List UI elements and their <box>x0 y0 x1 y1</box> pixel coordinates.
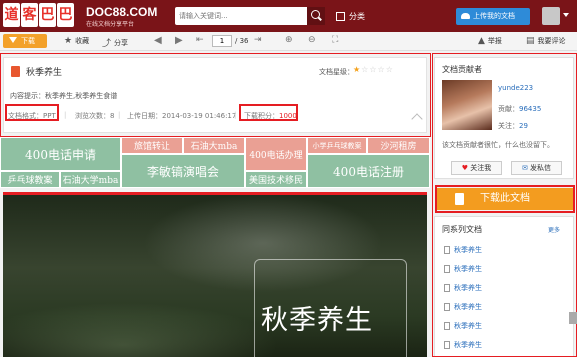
download-icon <box>9 37 17 43</box>
ad-tile[interactable]: 小学乒乓球教案 <box>307 137 367 154</box>
collect-label: 收藏 <box>75 37 90 45</box>
upload-label: 上传我的文档 <box>473 12 515 20</box>
comment-icon: ▤ <box>526 36 535 46</box>
warning-icon: ▲ <box>478 36 485 46</box>
highlight-info <box>0 53 431 137</box>
ad-tile[interactable]: 旅馆转让 <box>121 137 183 154</box>
zoom-out-icon[interactable]: ⊖ <box>308 35 316 45</box>
collect-button[interactable]: ★ 收藏 <box>64 36 89 46</box>
fullscreen-icon[interactable]: ⛶ <box>332 35 338 45</box>
slide-title: 秋季养生 <box>261 305 373 336</box>
logo-char: 道 <box>3 3 20 27</box>
page-number-input[interactable] <box>212 35 232 47</box>
last-page-icon[interactable]: ⇥ <box>254 35 262 45</box>
share-label: 分享 <box>114 38 129 47</box>
chevron-down-icon[interactable] <box>563 13 569 17</box>
logo-char: 巴 <box>39 3 56 27</box>
search-input[interactable] <box>175 7 303 25</box>
ad-tile[interactable]: 美国技术移民 <box>245 171 307 188</box>
search-box <box>175 7 325 25</box>
first-page-icon[interactable]: ⇤ <box>196 35 204 45</box>
ad-tile[interactable]: 李敏镐演唱会 <box>121 154 245 188</box>
download-label: 下载 <box>21 37 35 45</box>
comment-button[interactable]: ▤ 我要评论 <box>526 36 566 46</box>
logo-char: 巴 <box>57 3 74 27</box>
share-button[interactable]: ⤴ 分享 <box>102 36 129 50</box>
ad-tile[interactable]: 400电话注册 <box>307 154 430 188</box>
ad-tile[interactable]: 乒乓球教案 <box>0 171 60 188</box>
highlight-download <box>435 185 575 213</box>
page-total: / 36 <box>235 37 249 45</box>
grid-icon <box>336 12 345 21</box>
ad-tiles: 400电话申请 旅馆转让 石油大mba 400电话办理 小学乒乓球教案 沙河租房… <box>0 137 430 188</box>
logo-char: 客 <box>21 3 38 27</box>
ad-tile[interactable]: 沙河租房 <box>367 137 430 154</box>
report-label: 举报 <box>487 37 502 45</box>
cloud-upload-icon <box>461 13 470 19</box>
ad-tile[interactable]: 400电话办理 <box>245 137 307 171</box>
report-button[interactable]: ▲ 举报 <box>478 36 502 46</box>
prev-page-icon[interactable]: ◀ <box>154 35 162 46</box>
doc-toolbar: 下载 ★ 收藏 ⤴ 分享 ◀ ▶ ⇤ / 36 ⇥ ⊕ ⊖ ⛶ ▲ 举报 ▤ 我… <box>0 32 577 51</box>
ad-tile[interactable]: 石油大mba <box>183 137 245 154</box>
document-preview[interactable]: 秋季养生 <box>3 195 427 357</box>
site-logo[interactable]: 道 客 巴 巴 <box>3 3 74 27</box>
upload-button[interactable]: 上传我的文档 <box>456 8 530 25</box>
brand-name: DOC88.COM <box>86 5 158 19</box>
brand-tagline: 在线文档分享平台 <box>86 21 135 28</box>
download-button[interactable]: 下载 <box>3 34 47 48</box>
ad-tile[interactable]: 石油大学mba <box>60 171 121 188</box>
star-icon: ★ <box>64 36 73 46</box>
share-icon: ⤴ <box>102 39 112 49</box>
category-label: 分类 <box>349 12 365 21</box>
top-header: 道 客 巴 巴 DOC88.COM 在线文档分享平台 分类 上传我的文档 <box>0 0 577 32</box>
next-page-icon[interactable]: ▶ <box>175 35 183 46</box>
user-avatar[interactable] <box>542 7 560 25</box>
scrollbar-thumb[interactable] <box>569 312 577 324</box>
category-menu[interactable]: 分类 <box>336 11 365 22</box>
comment-label: 我要评论 <box>537 37 566 45</box>
ad-tile[interactable]: 400电话申请 <box>0 137 121 171</box>
search-icon[interactable] <box>307 7 325 25</box>
zoom-in-icon[interactable]: ⊕ <box>285 35 293 45</box>
